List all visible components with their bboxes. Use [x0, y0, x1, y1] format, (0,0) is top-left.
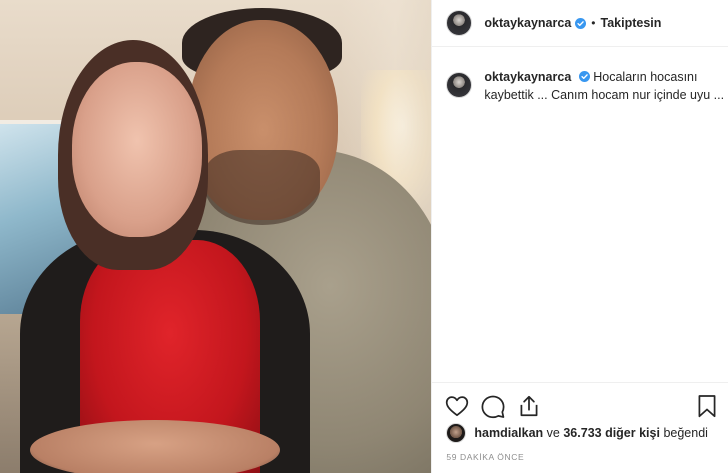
- post-actions-bar: [432, 382, 728, 427]
- liker-username[interactable]: hamdialkan: [474, 426, 543, 440]
- follow-status-button[interactable]: Takiptesin: [600, 16, 661, 30]
- header-separator-dot: •: [591, 16, 596, 30]
- likes-connector: ve: [546, 426, 560, 440]
- likes-suffix: beğendi: [663, 426, 708, 440]
- photo-woman-face: [72, 62, 202, 237]
- caption-text-block: oktaykaynarca Hocaların hocasını kaybett…: [484, 62, 728, 104]
- instagram-post: oktaykaynarca • Takiptesin oktaykaynarca…: [0, 0, 728, 473]
- caption-username[interactable]: oktaykaynarca: [484, 70, 571, 84]
- author-avatar[interactable]: [446, 10, 473, 36]
- liker-avatar[interactable]: [446, 423, 467, 443]
- post-header: oktaykaynarca • Takiptesin: [432, 0, 728, 47]
- post-photo[interactable]: [0, 0, 432, 473]
- heart-icon[interactable]: [444, 393, 470, 419]
- photo-hands: [30, 420, 280, 473]
- caption-author-avatar[interactable]: [446, 72, 473, 98]
- caption-verified-badge-icon: [578, 71, 590, 82]
- share-icon[interactable]: [516, 393, 542, 419]
- post-caption: oktaykaynarca Hocaların hocasını kaybett…: [432, 62, 728, 104]
- likes-summary: hamdialkan ve 36.733 diğer kişi beğendi: [446, 423, 726, 443]
- bookmark-icon[interactable]: [694, 393, 720, 419]
- photo-man-beard: [205, 150, 320, 225]
- comment-bubble-icon[interactable]: [480, 393, 506, 419]
- post-side-panel: oktaykaynarca • Takiptesin oktaykaynarca…: [431, 0, 728, 473]
- likes-others-count[interactable]: 36.733 diğer kişi: [563, 426, 660, 440]
- post-timestamp[interactable]: 59 DAKİKA ÖNCE: [446, 452, 524, 462]
- verified-badge-icon: [575, 17, 587, 29]
- author-username[interactable]: oktaykaynarca: [484, 16, 571, 30]
